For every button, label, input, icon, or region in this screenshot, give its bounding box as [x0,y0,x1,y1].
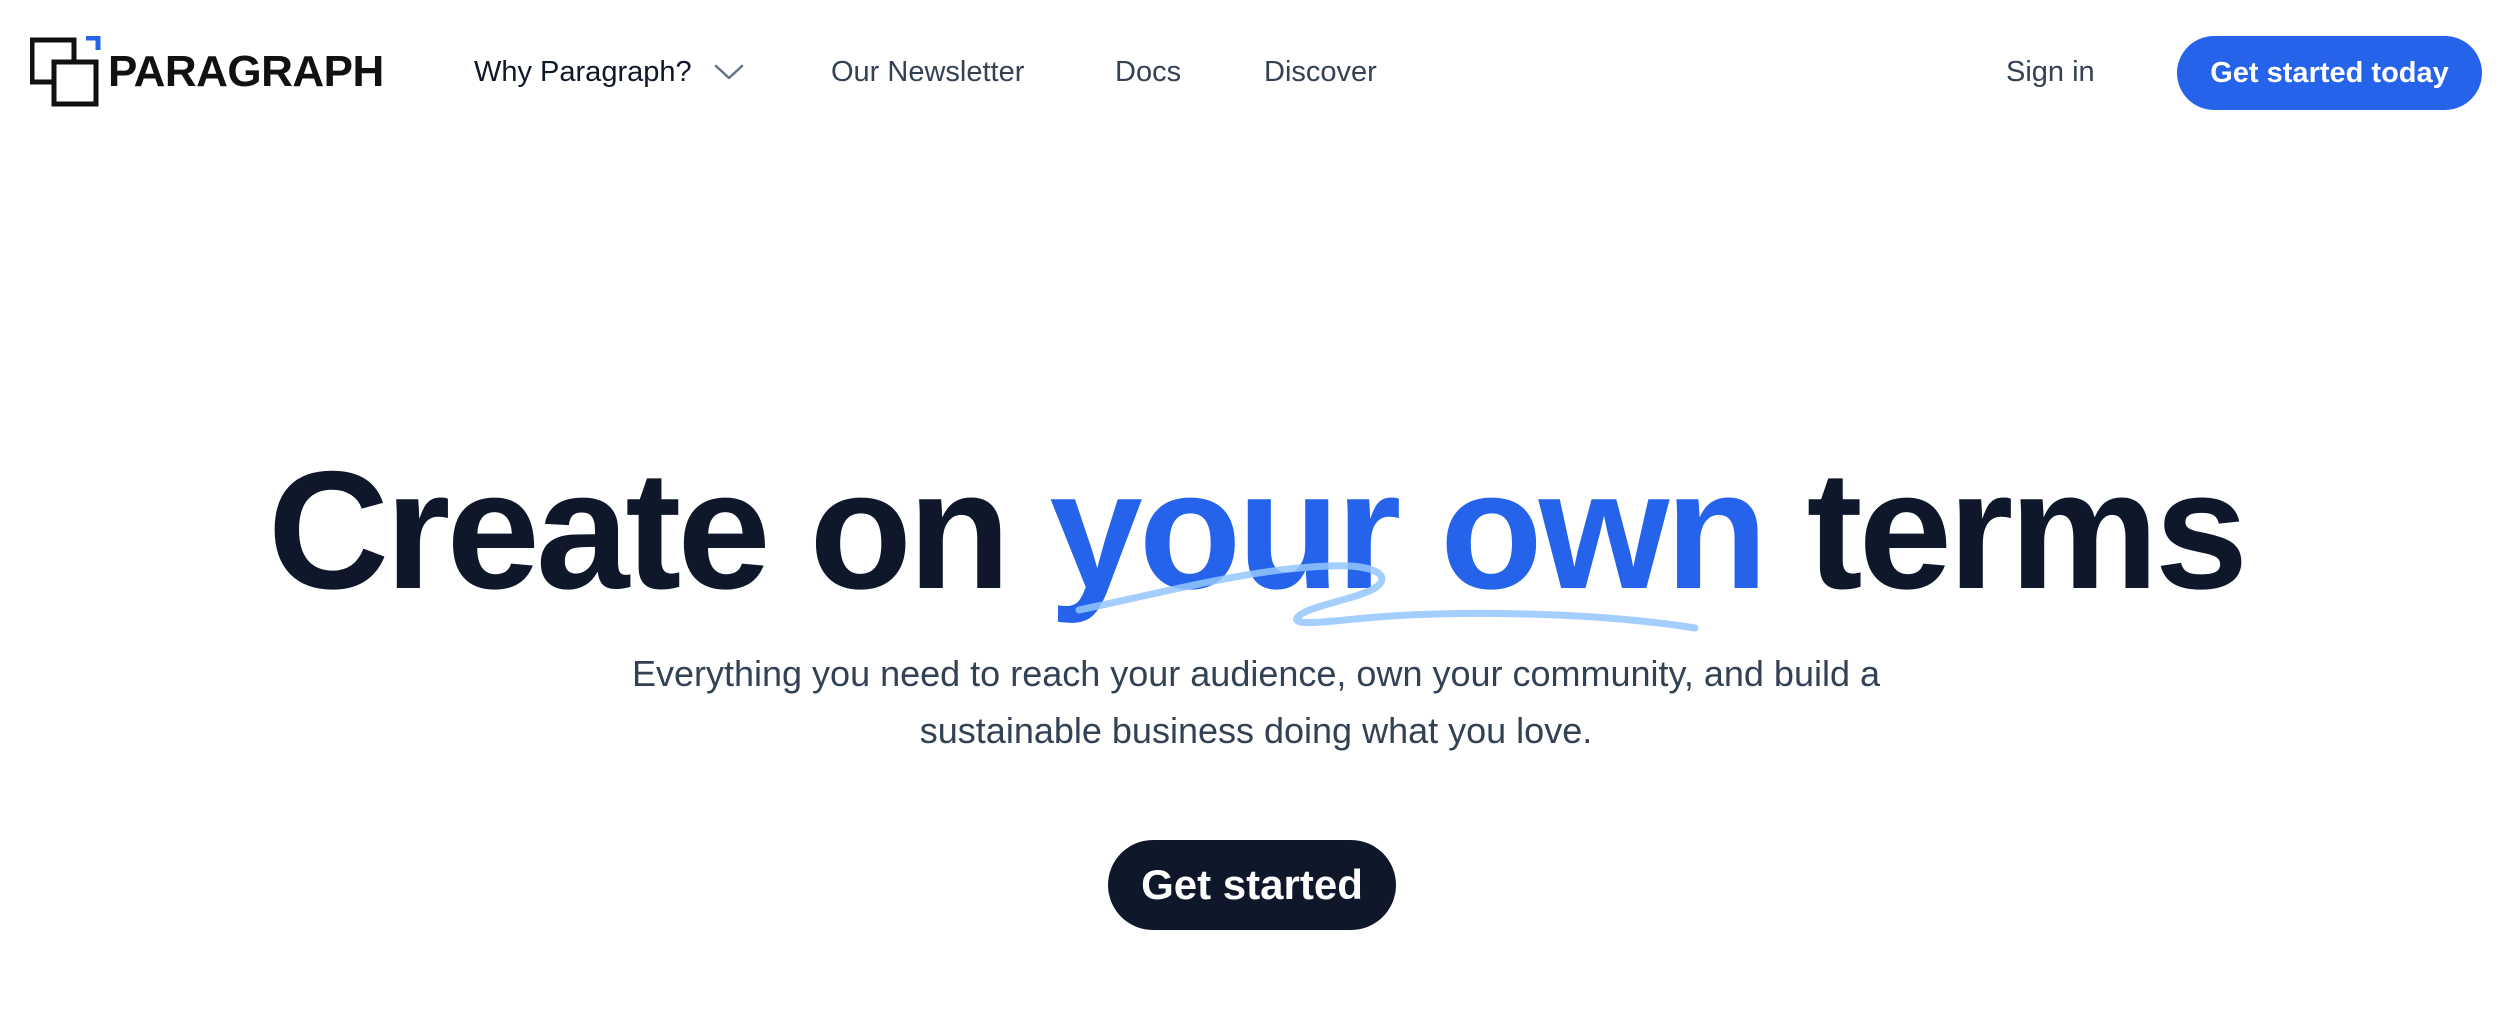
paragraph-logo[interactable]: PARAGRAPH [30,36,384,108]
hero-title-accent: your own [1049,436,1768,624]
hero-title-suffix: terms [1763,436,2249,624]
get-started-today-button[interactable]: Get started today [2177,36,2482,110]
hero-title-prefix: Create on [267,436,1050,624]
nav-link-discover[interactable]: Discover [1264,52,1377,92]
paragraph-logo-icon [30,36,101,107]
nav-why-paragraph-label: Why Paragraph? [474,56,692,88]
nav-why-paragraph-dropdown[interactable]: Why Paragraph? [474,52,744,92]
hero-subtitle-line-2: sustainable business doing what you love… [919,710,1593,751]
hero-title: Create on your own terms [0,440,2512,620]
hero-subtitle: Everything you need to reach your audien… [556,645,1956,759]
get-started-button[interactable]: Get started [1108,840,1396,930]
nav-link-docs[interactable]: Docs [1115,52,1181,92]
chevron-down-icon [714,64,743,80]
nav-link-our-newsletter[interactable]: Our Newsletter [831,52,1024,92]
site-header: PARAGRAPH Why Paragraph? Our Newsletter … [0,0,2512,146]
brand-name: PARAGRAPH [108,47,384,96]
sign-in-link[interactable]: Sign in [2006,52,2095,92]
hero-subtitle-line-1: Everything you need to reach your audien… [631,653,1881,694]
